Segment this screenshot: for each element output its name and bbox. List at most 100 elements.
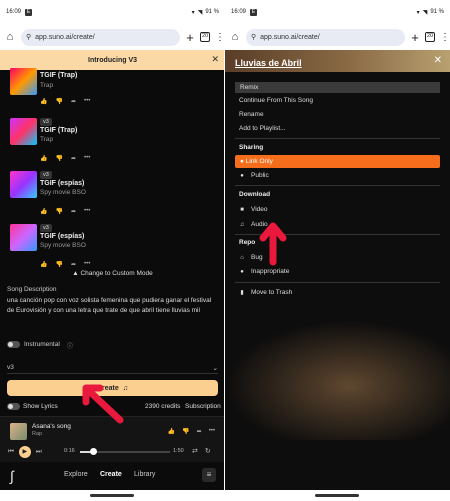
progress-handle[interactable] (90, 448, 97, 455)
arrow-annotation (259, 222, 287, 266)
like-icon[interactable]: 👍 (40, 155, 47, 162)
background-blur (225, 320, 450, 440)
signal-icon: ▾ (416, 9, 420, 16)
version-select[interactable]: v3 ⌄ (7, 362, 218, 374)
more-icon[interactable]: ••• (209, 428, 215, 435)
close-icon[interactable]: ✕ (434, 55, 442, 66)
song-item[interactable]: TGIF (Trap) Trap 👍 👎 ➦ ••• (10, 68, 220, 120)
site-info-icon[interactable]: ⚲ (26, 33, 31, 41)
video-label: Video (251, 206, 268, 213)
tabs-icon[interactable]: 20 (200, 32, 210, 42)
suno-logo-icon[interactable]: ∫ (10, 468, 14, 484)
trash-label: Move to Trash (251, 289, 293, 296)
show-lyrics-label: Show Lyrics (23, 403, 58, 410)
song-item[interactable]: v3 TGIF (espías) Spy movie BSO 👍 👎 ➦ ••• (10, 171, 220, 223)
elapsed-time: 0:16 (64, 448, 75, 454)
home-icon[interactable]: ⌂ (4, 31, 16, 43)
menu-item-rename[interactable]: Rename (239, 111, 264, 118)
song-title: TGIF (Trap) (40, 127, 78, 134)
tabs-icon[interactable]: 20 (425, 32, 435, 42)
credits-text: 2390 credits (145, 403, 181, 410)
separator (235, 138, 440, 139)
song-title[interactable]: Lluvias de Abril (235, 58, 302, 68)
repeat-icon[interactable]: ↻ (205, 447, 211, 455)
like-icon[interactable]: 👍 (168, 428, 175, 435)
battery-text: 91 % (430, 9, 444, 15)
instrumental-label: Instrumental (24, 341, 60, 348)
bottom-nav: ∫ Explore Create Library ≡ (0, 462, 225, 490)
dislike-icon[interactable]: 👎 (182, 428, 189, 435)
separator (235, 282, 440, 283)
more-icon[interactable]: ⋮ (440, 32, 450, 43)
wifi-icon: ◥ (197, 9, 203, 16)
report-inappropriate[interactable]: ● Inappropriate (239, 268, 289, 275)
gesture-bar (225, 490, 450, 501)
like-icon[interactable]: 👍 (40, 208, 47, 215)
more-icon[interactable]: ••• (84, 208, 90, 215)
share-icon[interactable]: ➦ (71, 208, 76, 215)
nav-library[interactable]: Library (134, 471, 155, 478)
more-icon[interactable]: ••• (84, 98, 90, 105)
nav-explore[interactable]: Explore (64, 471, 88, 478)
address-bar[interactable]: ⚲ app.suno.ai/create/ (246, 28, 405, 46)
menu-item-continue[interactable]: Continue From This Song (239, 97, 313, 104)
site-info-icon[interactable]: ⚲ (251, 33, 256, 41)
globe-icon: ● (240, 172, 244, 179)
headphones-icon: ♫ (239, 221, 245, 228)
share-icon[interactable]: ➦ (197, 428, 202, 435)
wifi-icon: ◥ (422, 9, 428, 16)
home-icon[interactable]: ⌂ (229, 31, 241, 43)
version-badge: v3 (40, 118, 52, 126)
help-icon[interactable]: ⓘ (67, 341, 73, 350)
song-item[interactable]: v3 TGIF (espías) Spy movie BSO 👍 👎 ➦ ••• (10, 224, 220, 276)
menu-item-add-playlist[interactable]: Add to Playlist... (239, 125, 286, 132)
like-icon[interactable]: 👍 (40, 261, 47, 268)
dislike-icon[interactable]: 👎 (55, 261, 62, 268)
song-title: TGIF (espías) (40, 233, 85, 240)
custom-mode-toggle[interactable]: ▲ Change to Custom Mode (0, 270, 225, 282)
share-icon[interactable]: ➦ (71, 98, 76, 105)
song-description-input[interactable]: una canción pop con voz solista femenina… (7, 296, 218, 336)
banner-title: Introducing V3 (88, 56, 137, 64)
close-icon[interactable]: ✕ (211, 54, 219, 65)
like-icon[interactable]: 👍 (40, 98, 47, 105)
dislike-icon[interactable]: 👎 (55, 155, 62, 162)
download-video[interactable]: ■ Video (239, 206, 268, 213)
custom-mode-label: Change to Custom Mode (80, 270, 153, 277)
play-icon[interactable]: ▶ (18, 446, 31, 458)
previous-icon[interactable]: ⏮ (8, 448, 14, 456)
more-icon[interactable]: ••• (84, 261, 90, 268)
shuffle-icon[interactable]: ⇄ (192, 447, 198, 455)
sharing-public[interactable]: ● Public (239, 172, 269, 179)
show-lyrics-toggle[interactable] (7, 403, 20, 410)
subscription-link[interactable]: Subscription (185, 403, 221, 410)
instrumental-toggle[interactable] (7, 341, 20, 348)
dislike-icon[interactable]: 👎 (55, 208, 62, 215)
next-icon[interactable]: ⏭ (36, 448, 42, 456)
trash-icon: ▮ (240, 290, 244, 296)
menu-icon[interactable]: ≡ (202, 468, 216, 482)
song-cover (10, 224, 37, 251)
song-genre: Spy movie BSO (40, 189, 86, 196)
intro-banner: Introducing V3 ✕ (0, 50, 225, 70)
song-cover (10, 171, 37, 198)
song-title: TGIF (espías) (40, 180, 85, 187)
more-icon[interactable]: ⋮ (215, 32, 225, 43)
dislike-icon[interactable]: 👎 (55, 98, 62, 105)
share-icon[interactable]: ➦ (71, 155, 76, 162)
song-genre: Spy movie BSO (40, 242, 86, 249)
version-value: v3 (7, 364, 14, 371)
sharing-link-only[interactable]: ● Link Only (235, 155, 440, 168)
share-icon[interactable]: ➦ (71, 261, 76, 268)
menu-item-remix[interactable]: Remix (235, 82, 440, 93)
song-item[interactable]: v3 TGIF (Trap) Trap 👍 👎 ➦ ••• (10, 118, 220, 170)
new-tab-icon[interactable]: + (410, 30, 420, 45)
nav-create[interactable]: Create (100, 471, 122, 478)
more-icon[interactable]: ••• (84, 155, 90, 162)
arrow-annotation (82, 384, 124, 424)
new-tab-icon[interactable]: + (185, 30, 195, 45)
song-cover (10, 118, 37, 145)
version-badge: v3 (40, 171, 52, 179)
address-bar[interactable]: ⚲ app.suno.ai/create/ (21, 28, 180, 46)
move-to-trash[interactable]: ▮ Move to Trash (239, 289, 292, 296)
